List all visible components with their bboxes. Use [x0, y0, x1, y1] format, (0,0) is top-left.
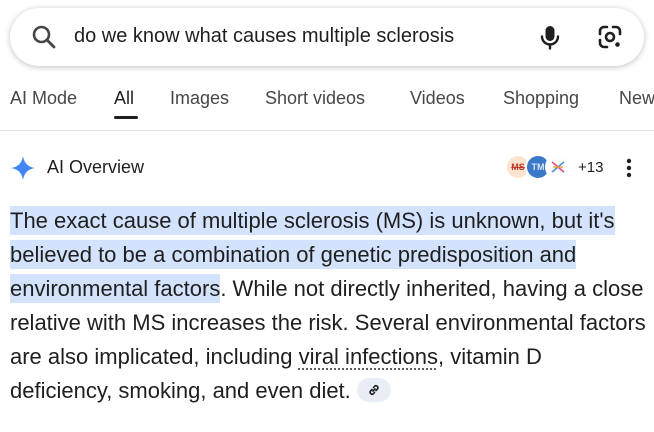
ai-overview-answer: The exact cause of multiple sclerosis (M…: [10, 204, 650, 408]
viral-infections-link[interactable]: viral infections: [299, 344, 438, 369]
source-logo-icon: [551, 161, 565, 173]
citation-link-button[interactable]: [356, 378, 391, 403]
tab-news[interactable]: News: [619, 88, 654, 109]
tab-all[interactable]: All: [114, 88, 134, 109]
tab-shopping[interactable]: Shopping: [503, 88, 579, 109]
tab-images[interactable]: Images: [170, 88, 229, 109]
search-bar[interactable]: do we know what causes multiple sclerosi…: [10, 8, 644, 66]
search-tabs: AI Mode All Images Short videos Videos S…: [0, 82, 654, 131]
tab-videos[interactable]: Videos: [410, 88, 465, 109]
tab-short-videos[interactable]: Short videos: [265, 88, 365, 109]
sparkle-icon: [10, 155, 36, 186]
tab-ai-mode[interactable]: AI Mode: [10, 88, 77, 109]
source-favicon[interactable]: [545, 154, 571, 180]
ai-overview-header: AI Overview MS TM +13: [10, 152, 644, 182]
search-input[interactable]: do we know what causes multiple sclerosi…: [74, 25, 504, 48]
link-icon: [369, 385, 379, 396]
source-favicons[interactable]: MS TM: [505, 154, 571, 180]
ai-overview-title: AI Overview: [47, 157, 145, 177]
more-options-icon[interactable]: [626, 158, 632, 183]
google-lens-icon[interactable]: [596, 23, 624, 56]
mic-icon[interactable]: [536, 23, 564, 56]
active-tab-indicator: [114, 116, 138, 119]
search-icon: [30, 23, 58, 56]
source-count[interactable]: +13: [578, 159, 603, 176]
